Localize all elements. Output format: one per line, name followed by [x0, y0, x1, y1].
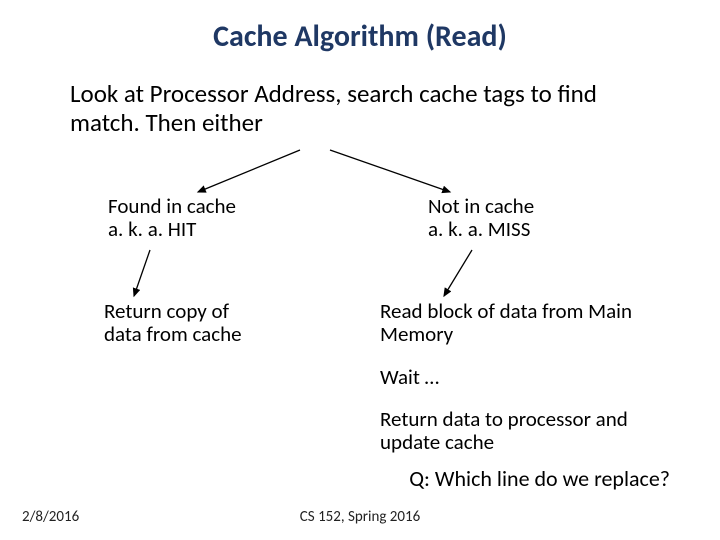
intro-text: Look at Processor Address, search cache … [70, 80, 650, 138]
miss-action-2: Wait … [380, 366, 640, 389]
miss-action-3: Return data to processor and update cach… [380, 408, 640, 454]
hit-action: Return copy of data from cache [104, 300, 254, 346]
miss-action-1: Read block of data from Main Memory [380, 300, 640, 346]
hit-label: Found in cache a. k. a. HIT [108, 195, 236, 241]
miss-label: Not in cache a. k. a. MISS [428, 195, 534, 241]
slide: Cache Algorithm (Read) Look at Processor… [0, 0, 720, 540]
hit-line1: Found in cache [108, 193, 236, 219]
footer-center: CS 152, Spring 2016 [0, 508, 720, 526]
hit-line2: a. k. a. HIT [108, 216, 196, 242]
miss-line2: a. k. a. MISS [428, 216, 530, 242]
slide-title: Cache Algorithm (Read) [0, 18, 720, 55]
miss-line1: Not in cache [428, 193, 534, 219]
question-text: Q: Which line do we replace? [0, 465, 700, 492]
